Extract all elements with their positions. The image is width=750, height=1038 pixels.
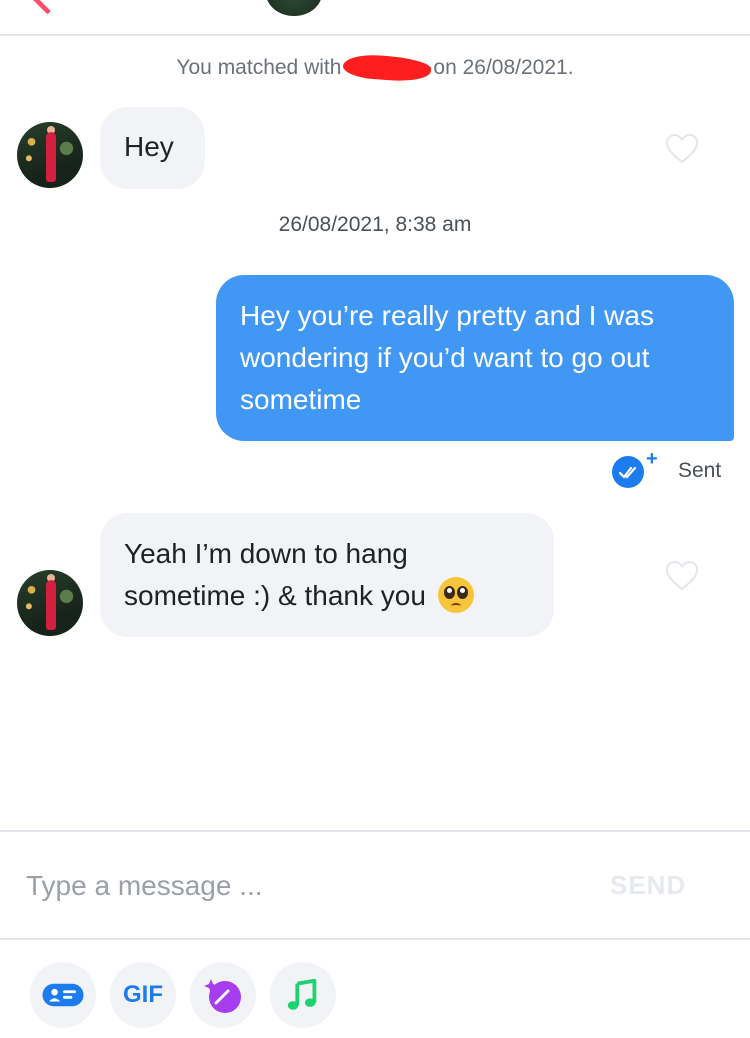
contact-card-icon xyxy=(42,983,84,1007)
gif-label: GIF xyxy=(123,981,163,1008)
sticker-button[interactable] xyxy=(190,962,256,1028)
sent-label: Sent xyxy=(678,459,722,482)
message-text: Hey xyxy=(124,131,174,162)
message-bubble-incoming[interactable]: Yeah I’m down to hang sometime :) & than… xyxy=(100,513,554,637)
gif-button[interactable]: GIF xyxy=(110,962,176,1028)
music-note-icon xyxy=(287,978,317,1010)
pleading-face-icon xyxy=(437,576,474,613)
header-bar xyxy=(0,0,750,36)
message-text: Hey you’re really pretty and I was wonde… xyxy=(240,300,654,415)
message-bubble-outgoing[interactable]: Hey you’re really pretty and I was wonde… xyxy=(216,275,734,441)
music-button[interactable] xyxy=(270,962,336,1028)
message-input[interactable] xyxy=(24,860,588,912)
message-text: Yeah I’m down to hang sometime :) & than… xyxy=(124,538,426,611)
redacted-name-mark xyxy=(342,53,433,84)
message-bubble-incoming[interactable]: Hey xyxy=(100,107,205,189)
match-notice: You matched with on 26/08/2021. xyxy=(0,53,750,84)
avatar[interactable] xyxy=(17,570,83,636)
match-notice-prefix: You matched with xyxy=(176,56,342,79)
avatar[interactable] xyxy=(17,122,83,188)
sparkle-sticker-icon xyxy=(204,979,241,1013)
match-notice-suffix: on 26/08/2021. xyxy=(433,56,574,79)
like-heart-icon[interactable] xyxy=(664,558,700,594)
contact-card-button[interactable] xyxy=(30,962,96,1028)
send-button[interactable]: SEND xyxy=(610,870,686,901)
double-check-icon xyxy=(612,456,644,488)
like-heart-icon[interactable] xyxy=(664,131,700,167)
plus-icon: + xyxy=(646,448,658,470)
message-timestamp: 26/08/2021, 8:38 am xyxy=(278,213,472,236)
message-composer: SEND xyxy=(0,830,750,940)
